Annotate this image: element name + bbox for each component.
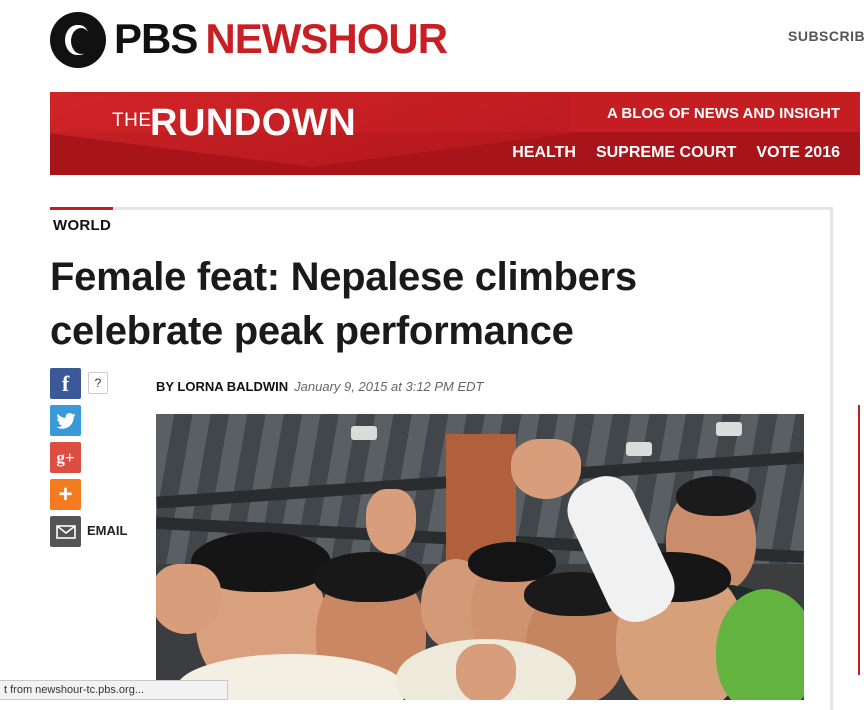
logo-newshour-text: NEWSHOUR xyxy=(205,15,448,62)
photo-hand xyxy=(366,489,416,554)
article-category[interactable]: WORLD xyxy=(53,217,111,234)
site-logo[interactable]: PBS NEWSHOUR xyxy=(114,15,448,63)
facebook-icon[interactable]: f xyxy=(50,368,81,399)
article-headline: Female feat: Nepalese climbers celebrate… xyxy=(50,255,637,353)
logo-pbs-text: PBS xyxy=(114,15,198,62)
share-plus-icon[interactable]: + xyxy=(50,479,81,510)
browser-status-bar: t from newshour-tc.pbs.org... xyxy=(0,680,228,700)
photo-hair xyxy=(676,476,756,516)
article-byline: BY LORNA BALDWIN January 9, 2015 at 3:12 … xyxy=(156,379,484,394)
twitter-icon[interactable] xyxy=(50,405,81,436)
banner-the-label: THE xyxy=(112,110,152,131)
author-name[interactable]: BY LORNA BALDWIN xyxy=(156,379,288,394)
rundown-nav: HEALTH SUPREME COURT VOTE 2016 xyxy=(512,144,840,162)
publish-date: January 9, 2015 at 3:12 PM EDT xyxy=(294,379,484,394)
banner-rundown-title[interactable]: RUNDOWN xyxy=(150,102,356,145)
photo-hand xyxy=(511,439,581,499)
email-share-label[interactable]: EMAIL xyxy=(87,523,127,538)
logo-face-shape-inner xyxy=(71,28,91,54)
pbs-logo-icon[interactable] xyxy=(50,12,106,68)
article-photo[interactable] xyxy=(156,414,804,700)
email-icon[interactable] xyxy=(50,516,81,547)
photo-light xyxy=(351,426,377,440)
photo-light xyxy=(626,442,652,456)
photo-hand xyxy=(456,644,516,700)
nav-link-supreme-court[interactable]: SUPREME COURT xyxy=(596,144,736,162)
banner-tagline: A BLOG OF NEWS AND INSIGHT xyxy=(606,105,840,122)
rundown-banner: THE RUNDOWN A BLOG OF NEWS AND INSIGHT H… xyxy=(50,92,860,175)
category-accent-bar xyxy=(50,207,113,210)
sidebar-accent-line xyxy=(858,405,860,675)
google-plus-icon[interactable]: g+ xyxy=(50,442,81,473)
photo-light xyxy=(716,422,742,436)
nav-link-vote-2016[interactable]: VOTE 2016 xyxy=(756,144,840,162)
facebook-share-count: ? xyxy=(88,372,108,394)
photo-hair xyxy=(314,552,426,602)
subscribe-link[interactable]: SUBSCRIBE xyxy=(788,28,864,44)
nav-link-health[interactable]: HEALTH xyxy=(512,144,576,162)
